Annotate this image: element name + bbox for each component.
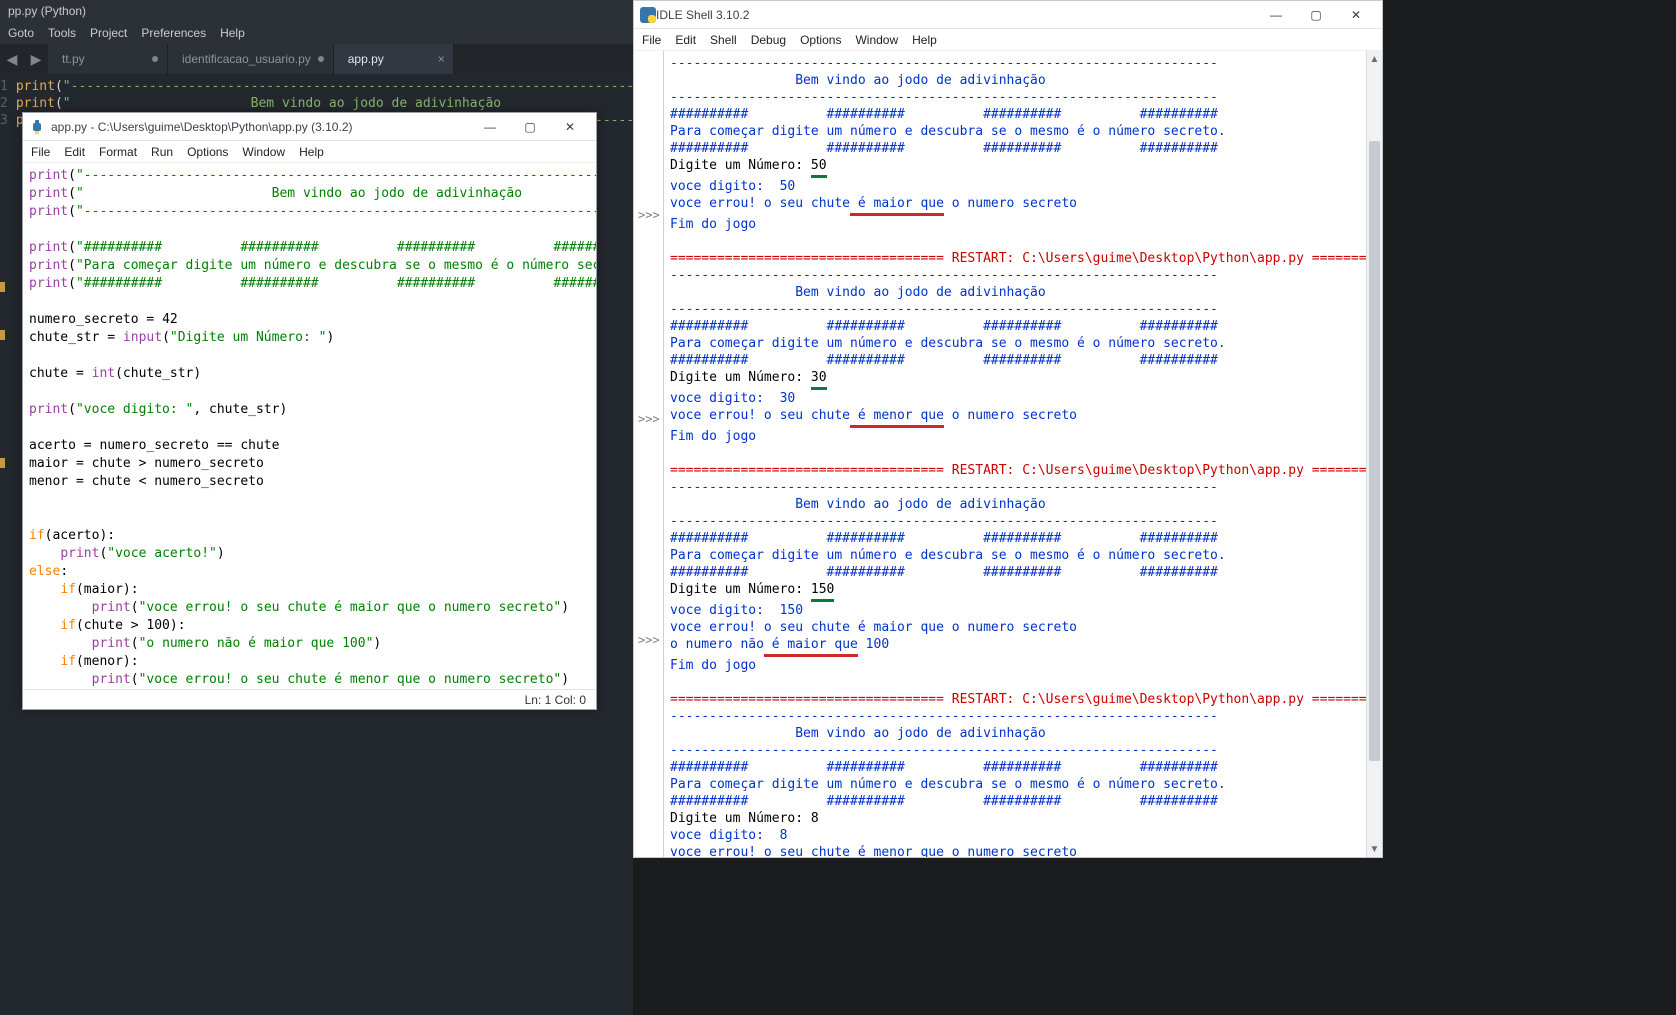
tab-nav-fwd-icon[interactable]: ▶ xyxy=(24,44,48,74)
tab-nav-back-icon[interactable]: ◀ xyxy=(0,44,24,74)
sublime-menu-project[interactable]: Project xyxy=(90,26,127,40)
idle-editor-window: app.py - C:\Users\guime\Desktop\Python\a… xyxy=(22,112,597,710)
menu-shell[interactable]: Shell xyxy=(710,33,737,47)
menu-file[interactable]: File xyxy=(642,33,661,47)
sublime-gutter: 1 2 3 xyxy=(0,74,16,129)
sublime-menubar[interactable]: Goto Tools Project Preferences Help xyxy=(0,22,633,44)
idle-shell-menubar[interactable]: File Edit Shell Debug Options Window Hel… xyxy=(634,29,1382,51)
scroll-down-icon[interactable]: ▼ xyxy=(1367,841,1382,857)
menu-run[interactable]: Run xyxy=(151,145,173,159)
menu-help[interactable]: Help xyxy=(912,33,937,47)
shell-prompt: >>> xyxy=(638,412,660,426)
sublime-menu-tools[interactable]: Tools xyxy=(48,26,76,40)
menu-window[interactable]: Window xyxy=(242,145,285,159)
shell-prompt: >>> xyxy=(638,854,660,857)
minimize-button[interactable]: — xyxy=(470,116,510,138)
python-icon xyxy=(29,119,45,135)
tab-label: identificacao_usuario.py xyxy=(182,52,311,66)
idle-shell-titlebar[interactable]: IDLE Shell 3.10.2 — ▢ ✕ xyxy=(634,1,1382,29)
sublime-tabbar: ◀ ▶ tt.py identificacao_usuario.py app.p… xyxy=(0,44,633,74)
idle-shell-window: IDLE Shell 3.10.2 — ▢ ✕ File Edit Shell … xyxy=(633,0,1383,858)
minimize-button[interactable]: — xyxy=(1256,4,1296,26)
menu-options[interactable]: Options xyxy=(187,145,228,159)
close-icon[interactable]: × xyxy=(438,52,445,66)
scrollbar-vertical[interactable]: ▲ ▼ xyxy=(1366,51,1382,857)
menu-options[interactable]: Options xyxy=(800,33,841,47)
menu-edit[interactable]: Edit xyxy=(64,145,85,159)
scroll-thumb[interactable] xyxy=(1369,141,1380,761)
menu-file[interactable]: File xyxy=(31,145,50,159)
idle-editor-titlebar[interactable]: app.py - C:\Users\guime\Desktop\Python\a… xyxy=(23,113,596,141)
idle-editor-title: app.py - C:\Users\guime\Desktop\Python\a… xyxy=(51,120,470,134)
sublime-menu-help[interactable]: Help xyxy=(220,26,245,40)
shell-prompt: >>> xyxy=(638,208,660,222)
sublime-menu-preferences[interactable]: Preferences xyxy=(141,26,206,40)
tab-tt[interactable]: tt.py xyxy=(48,44,168,74)
sublime-window-title: pp.py (Python) xyxy=(0,0,633,22)
python-icon xyxy=(640,7,656,23)
maximize-button[interactable]: ▢ xyxy=(1296,4,1336,26)
menu-window[interactable]: Window xyxy=(855,33,898,47)
tab-label: app.py xyxy=(348,52,384,66)
idle-shell-title: IDLE Shell 3.10.2 xyxy=(656,8,1256,22)
idle-editor-menubar[interactable]: File Edit Format Run Options Window Help xyxy=(23,141,596,163)
menu-format[interactable]: Format xyxy=(99,145,137,159)
menu-help[interactable]: Help xyxy=(299,145,324,159)
shell-gutter: >>>>>>>>>>>>>>> xyxy=(634,51,664,857)
dirty-dot-icon xyxy=(318,56,324,62)
idle-editor-status: Ln: 1 Col: 0 xyxy=(23,689,596,709)
maximize-button[interactable]: ▢ xyxy=(510,116,550,138)
dirty-dot-icon xyxy=(152,56,158,62)
tab-ident[interactable]: identificacao_usuario.py xyxy=(168,44,334,74)
close-button[interactable]: ✕ xyxy=(1336,4,1376,26)
close-button[interactable]: ✕ xyxy=(550,116,590,138)
menu-debug[interactable]: Debug xyxy=(751,33,786,47)
scroll-up-icon[interactable]: ▲ xyxy=(1367,51,1382,67)
sublime-menu-goto[interactable]: Goto xyxy=(8,26,34,40)
shell-prompt: >>> xyxy=(638,633,660,647)
shell-output[interactable]: ----------------------------------------… xyxy=(664,51,1366,857)
tab-label: tt.py xyxy=(62,52,85,66)
tab-app[interactable]: app.py × xyxy=(334,44,454,74)
idle-editor-code[interactable]: print("---------------------------------… xyxy=(23,163,596,689)
menu-edit[interactable]: Edit xyxy=(675,33,696,47)
